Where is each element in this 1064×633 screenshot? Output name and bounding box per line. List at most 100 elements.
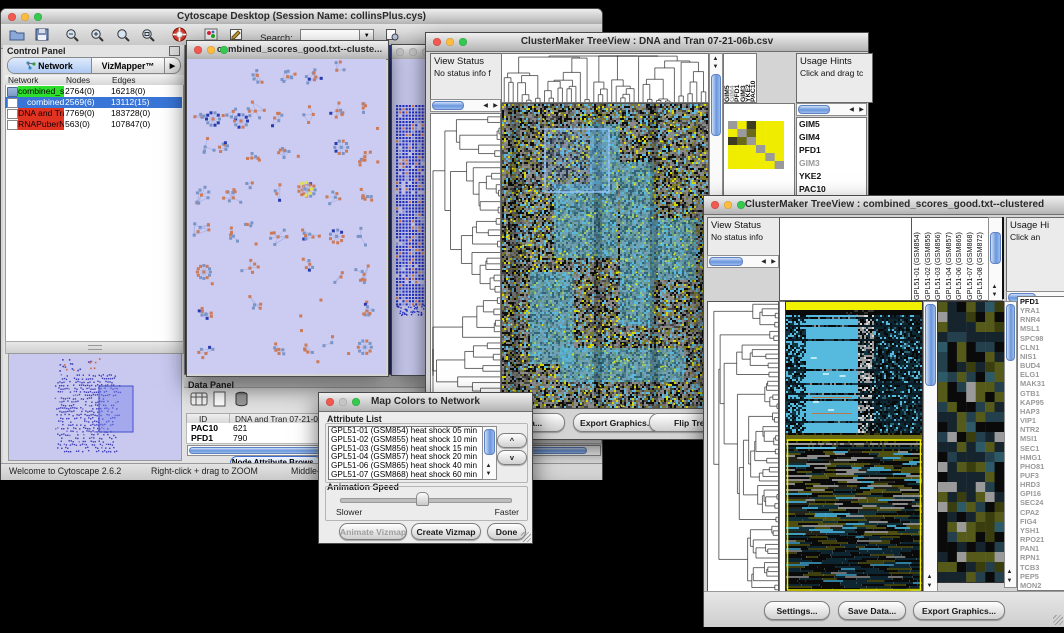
scroll-down-icon[interactable]: ▼ [990,292,999,298]
tv2-status-hscrollbar[interactable]: ◀ ▶ [707,255,779,268]
float-panel-icon[interactable] [169,46,180,56]
tab-vizmapper[interactable]: VizMapper™ [92,58,165,73]
tab-overflow-icon[interactable]: ▶ [165,58,180,73]
gene-list-item[interactable]: GIM4 [797,131,866,144]
network1-canvas[interactable] [187,59,386,374]
gene-list-item[interactable]: MON2 [1018,581,1064,590]
gene-list-item[interactable]: CLN1 [1018,343,1064,352]
gene-list-item[interactable]: RPN1 [1018,553,1064,562]
scroll-left-icon[interactable]: ◀ [481,103,490,109]
tv1-mini-heatmap[interactable] [728,121,784,169]
zoom-fit-icon[interactable] [141,28,156,47]
scroll-up-icon[interactable]: ▲ [925,574,934,580]
gene-list-item[interactable]: TCB3 [1018,563,1064,572]
export-graphics-button[interactable]: Export Graphics... [573,413,661,432]
gene-list-item[interactable]: RPO21 [1018,535,1064,544]
attribute-list-vscrollbar[interactable]: ▲ ▼ [482,426,497,480]
animate-vizmap-button[interactable]: Animate Vizmap [339,523,407,540]
move-up-button[interactable]: ^ [497,433,527,448]
gene-list-item[interactable]: MSL1 [1018,324,1064,333]
network1-titlebar[interactable]: combined_scores_good.txt--cluste... [187,41,388,60]
close-icon[interactable] [194,46,202,54]
gene-list-item[interactable]: SPC98 [1018,334,1064,343]
gene-list-item[interactable]: GIM5 [797,118,866,131]
tv1-status-hscrollbar[interactable]: ◀ ▶ [430,99,501,112]
tv2-heat-vscrollbar[interactable]: ▲ ▼ [923,301,938,593]
zoom-selected-icon[interactable] [116,28,131,47]
close-icon[interactable] [396,48,404,56]
gene-list-item[interactable]: CPA2 [1018,508,1064,517]
move-down-button[interactable]: v [497,450,527,465]
col-network[interactable]: Network [5,75,66,85]
treeview2-titlebar[interactable]: ClusterMaker TreeView : combined_scores_… [704,196,1064,215]
attribute-list-item[interactable]: GPL51-07 (GSM868) heat shock 60 min [329,471,483,480]
tv2-row-dendrogram[interactable] [707,301,779,593]
help-lifering-icon[interactable] [172,27,187,47]
scroll-up-icon[interactable]: ▲ [1005,569,1014,575]
tv2-labels-vscroll-thumb[interactable] [990,232,1001,264]
settings-button[interactable]: Settings... [764,601,830,620]
scroll-up-icon[interactable]: ▲ [711,56,720,62]
tv2-column-dendrogram[interactable] [779,217,913,301]
gene-list-item[interactable]: HMG1 [1018,453,1064,462]
tv2-column-label[interactable]: GPL51-02 (GSM855) [923,218,934,300]
gene-list-item[interactable]: YRA1 [1018,306,1064,315]
main-titlebar[interactable]: Cytoscape Desktop (Session Name: collins… [1,9,602,25]
tab-network[interactable]: Network [8,58,92,73]
gene-list-item[interactable]: HRD3 [1018,480,1064,489]
tv1-vscroll-thumb[interactable] [711,74,721,136]
zoom-window-icon[interactable] [737,201,745,209]
gene-list-item[interactable]: PFD1 [797,144,866,157]
col-edges[interactable]: Edges [109,75,184,85]
tv2-column-label[interactable]: GPL51-01 (GSM854) [912,218,923,300]
gene-list-item[interactable]: RNR4 [1018,315,1064,324]
tv1-column-dendrogram[interactable] [501,53,709,103]
speed-slider-thumb[interactable] [416,492,429,506]
network-row[interactable]: combined_scores_ 2764(0) 16218(0) [5,86,182,97]
scroll-left-icon[interactable]: ◀ [759,259,768,265]
zoom-window-icon[interactable] [459,38,467,46]
zoom-out-icon[interactable] [65,28,80,47]
gene-list-item[interactable]: YSH1 [1018,526,1064,535]
open-file-icon[interactable] [9,28,25,46]
close-icon[interactable] [8,13,16,21]
zoom-window-icon[interactable] [220,46,228,54]
birdseye-view-canvas[interactable] [8,353,182,461]
tv2-column-label[interactable]: GPL51-04 (GSM857) [944,218,955,300]
network-row[interactable]: DNA and Tran 0 7769(0) 183728(0) [5,108,182,119]
tv2-zoom-vscrollbar[interactable]: ▲ ▼ [1004,301,1017,588]
minimize-icon[interactable] [409,48,417,56]
gene-list-item[interactable]: GTB1 [1018,389,1064,398]
dialog-titlebar[interactable]: Map Colors to Network [319,393,532,412]
scroll-right-icon[interactable]: ▶ [491,103,500,109]
network-row[interactable]: combined_sco 2569(6) 13112(15) [5,97,182,108]
tv1-row-dendrogram[interactable] [430,113,501,409]
scroll-down-icon[interactable]: ▼ [1005,578,1014,584]
tv1-column-label[interactable]: PFD1 [734,54,739,102]
gene-list-item[interactable]: PFD1 [1018,297,1064,306]
scroll-left-icon[interactable]: ◀ [847,107,856,113]
gene-list-item[interactable]: BUD4 [1018,361,1064,370]
close-icon[interactable] [433,38,441,46]
scroll-down-icon[interactable]: ▼ [484,471,493,477]
gene-list-item[interactable]: GIM3 [797,157,866,170]
network2-canvas[interactable] [392,59,428,375]
scroll-down-icon[interactable]: ▼ [711,64,720,70]
tv2-column-label[interactable]: GPL51-06 (GSM865) [954,218,965,300]
gene-list-item[interactable]: SEC1 [1018,444,1064,453]
gene-list-item[interactable]: YKE2 [797,170,866,183]
gene-list-item[interactable]: PUF3 [1018,471,1064,480]
gene-list-item[interactable]: PAN1 [1018,544,1064,553]
delete-attribute-icon[interactable] [234,391,249,412]
scroll-up-icon[interactable]: ▲ [990,284,999,290]
tv2-heat-vscroll-thumb[interactable] [925,304,936,386]
create-vizmap-button[interactable]: Create Vizmap [411,523,481,540]
gene-list-item[interactable]: SEC24 [1018,498,1064,507]
tv1-usage-hscroll-thumb[interactable] [798,105,830,114]
scroll-down-icon[interactable]: ▼ [925,583,934,589]
window-controls[interactable] [8,13,42,21]
gene-list-item[interactable]: MAK31 [1018,379,1064,388]
scroll-right-icon[interactable]: ▶ [857,107,866,113]
scroll-right-icon[interactable]: ▶ [769,259,778,265]
minimize-icon[interactable] [21,13,29,21]
